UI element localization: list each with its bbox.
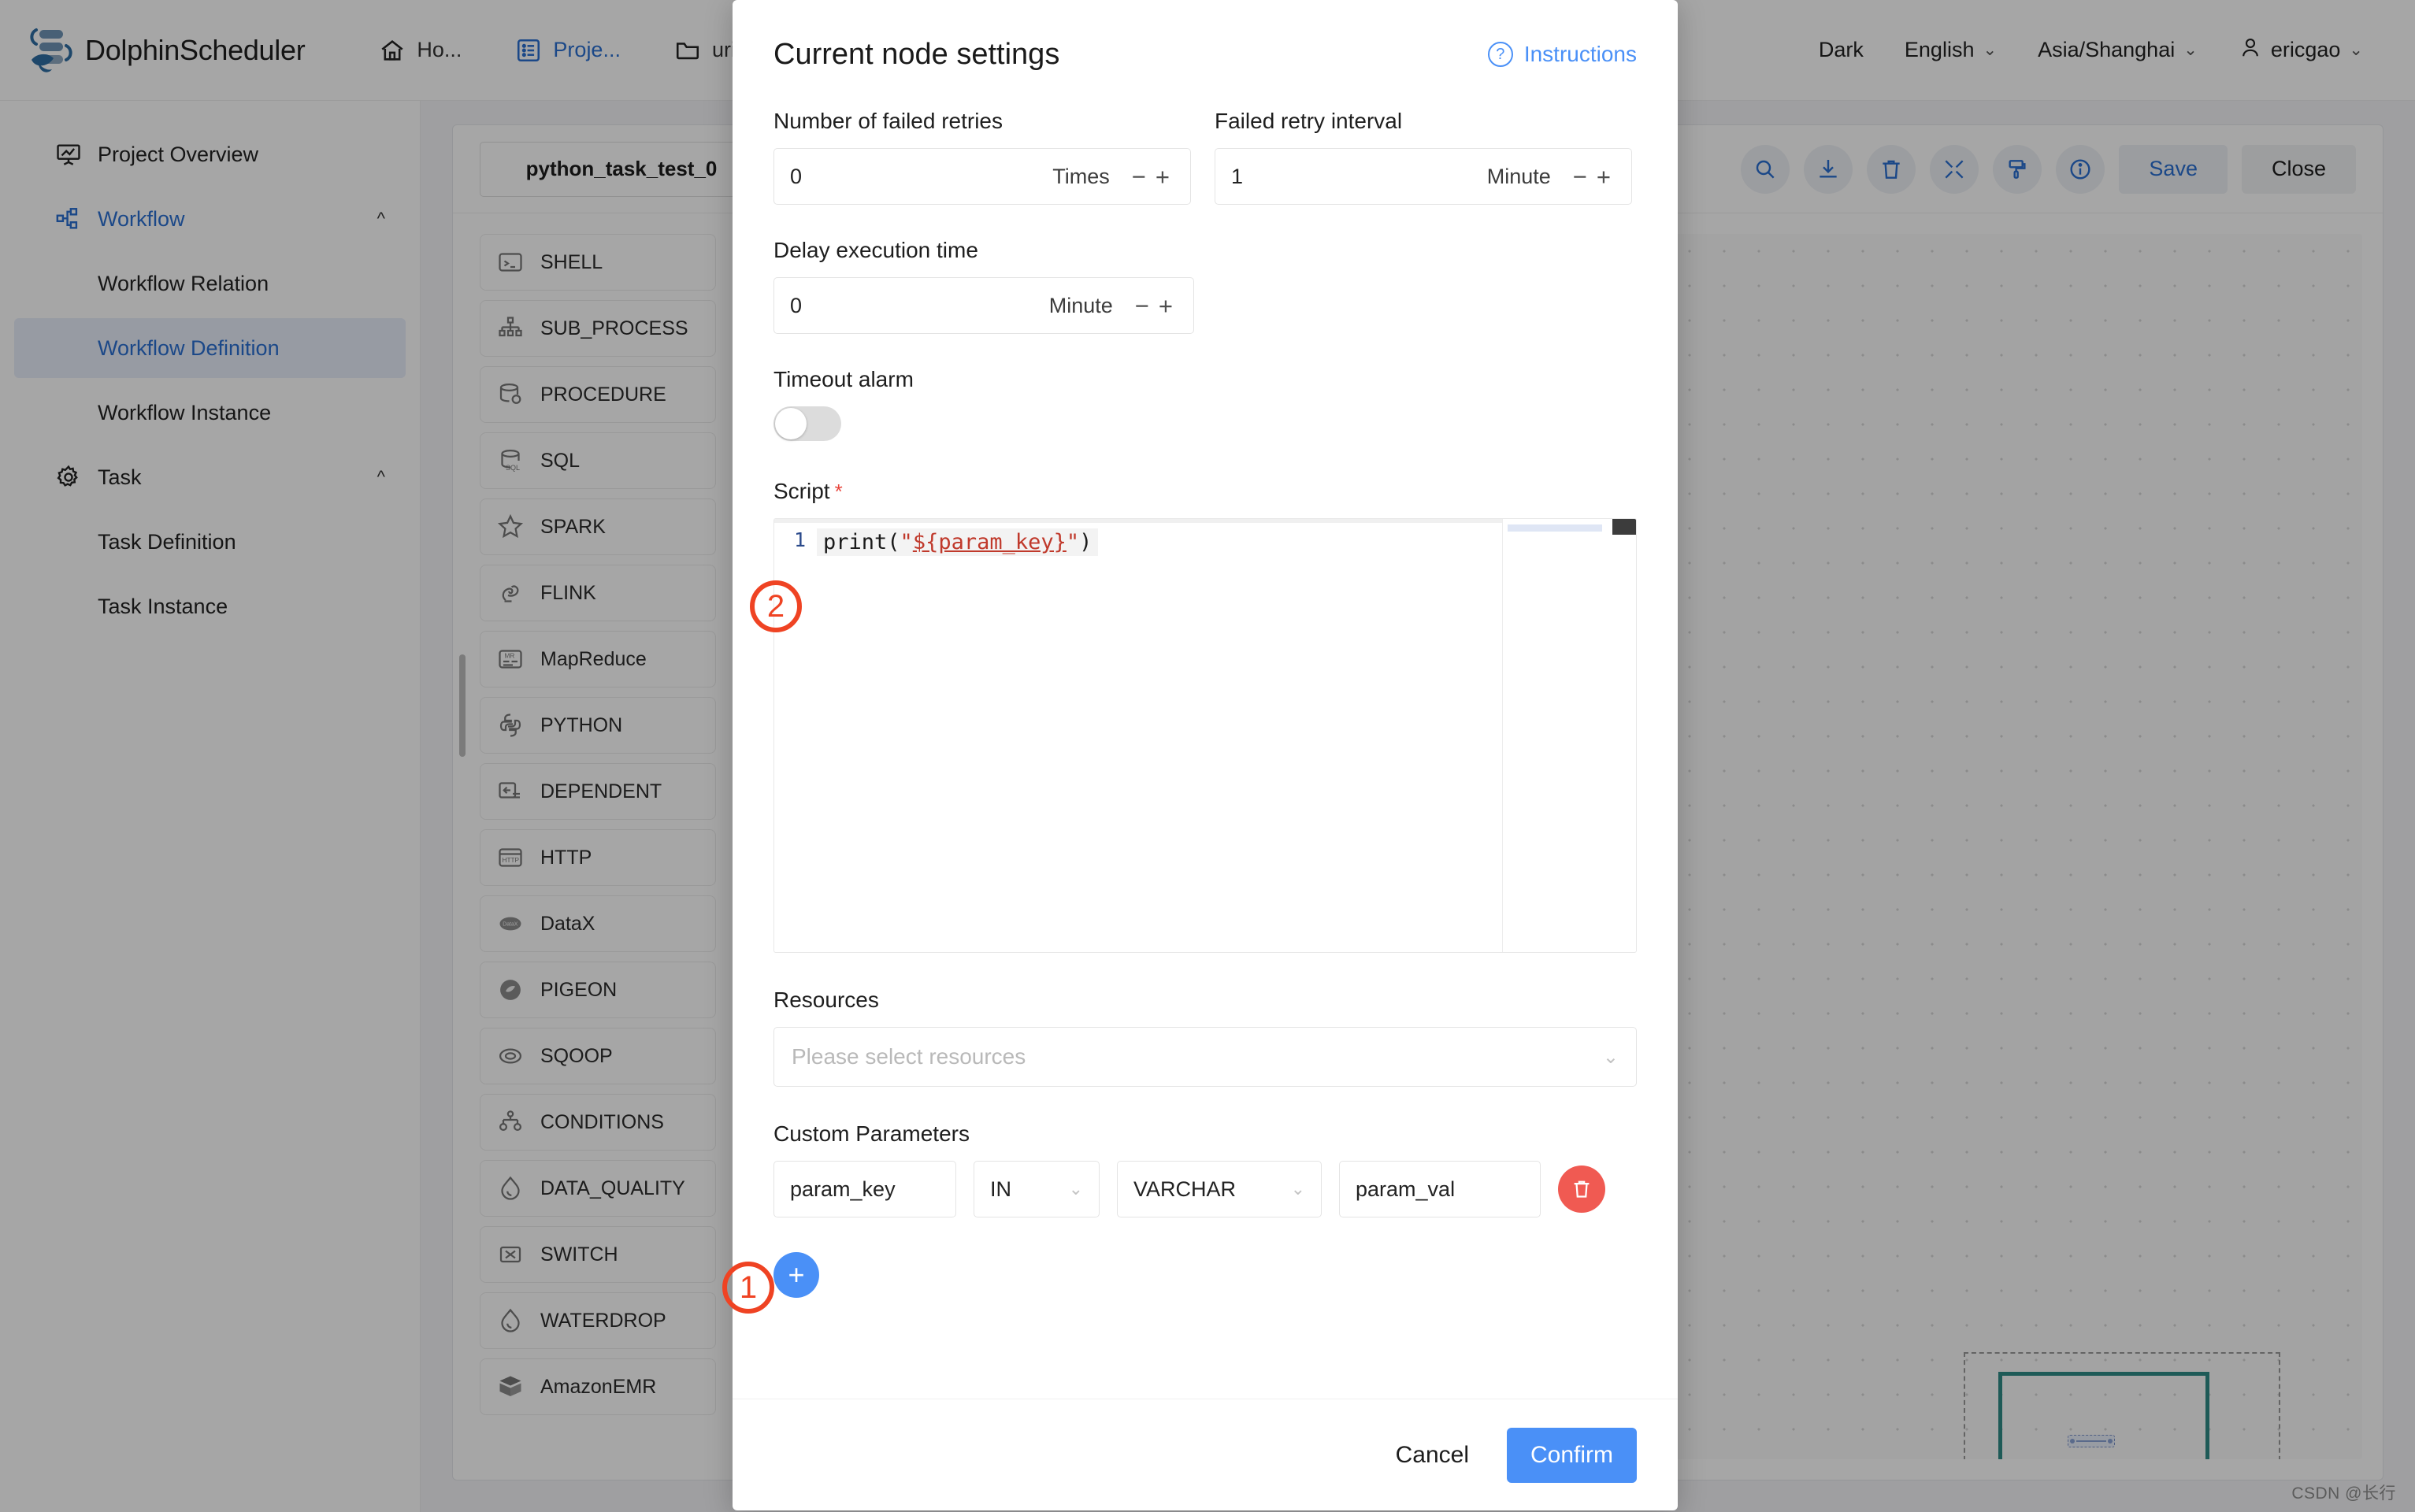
failed-retries-unit: Times bbox=[1052, 164, 1110, 188]
param-key-input[interactable]: param_key bbox=[773, 1161, 956, 1217]
delay-execution-field: Delay execution time 0 Minute − + bbox=[773, 238, 1637, 334]
resources-field: Resources Please select resources ⌄ bbox=[773, 988, 1637, 1087]
dialog-footer: Cancel Confirm bbox=[733, 1399, 1678, 1510]
dialog-header: Current node settings ? Instructions bbox=[733, 0, 1678, 109]
failed-retries-label: Number of failed retries bbox=[773, 109, 1003, 133]
script-label: Script * bbox=[773, 479, 1637, 504]
param-value-input[interactable]: param_val bbox=[1339, 1161, 1541, 1217]
annotation-marker-1: 1 bbox=[722, 1262, 774, 1314]
code-token-quote-close: " bbox=[1066, 530, 1080, 554]
required-marker: * bbox=[834, 480, 843, 503]
editor-scrollbar[interactable] bbox=[1612, 519, 1636, 535]
chevron-down-icon: ⌄ bbox=[1602, 1046, 1619, 1068]
resources-label: Resources bbox=[773, 988, 879, 1012]
retry-interval-increment[interactable]: + bbox=[1592, 165, 1616, 189]
chevron-down-icon: ⌄ bbox=[1068, 1179, 1083, 1199]
failed-retries-stepper[interactable]: 0 Times − + bbox=[773, 148, 1191, 205]
param-type-select[interactable]: VARCHAR ⌄ bbox=[1117, 1161, 1322, 1217]
screen: DolphinScheduler Ho... Proje... Dark Eng… bbox=[0, 0, 2415, 1512]
timeout-alarm-toggle[interactable] bbox=[773, 406, 841, 441]
retry-interval-field: Failed retry interval 1 Minute − + bbox=[1215, 109, 1632, 205]
line-number: 1 bbox=[793, 528, 806, 551]
failed-retries-value[interactable]: 0 bbox=[790, 165, 1052, 189]
script-editor[interactable]: 1 print("${param_key}") bbox=[773, 518, 1637, 953]
retry-interval-unit: Minute bbox=[1486, 164, 1551, 188]
delay-execution-stepper[interactable]: 0 Minute − + bbox=[773, 277, 1194, 334]
delay-execution-unit: Minute bbox=[1048, 293, 1113, 317]
question-mark-icon: ? bbox=[1487, 42, 1513, 67]
failed-retries-field: Number of failed retries 0 Times − + bbox=[773, 109, 1191, 205]
instructions-label: Instructions bbox=[1523, 42, 1637, 66]
annotation-marker-2: 2 bbox=[750, 580, 802, 632]
current-node-settings-dialog: Current node settings ? Instructions Num… bbox=[733, 0, 1678, 1510]
custom-parameters-row: param_key IN ⌄ VARCHAR ⌄ param_val bbox=[773, 1161, 1637, 1217]
retry-interval-label: Failed retry interval bbox=[1215, 109, 1403, 133]
param-type-value: VARCHAR bbox=[1133, 1177, 1237, 1201]
param-direction-value: IN bbox=[990, 1177, 1011, 1201]
param-key-value: param_key bbox=[790, 1177, 896, 1201]
code-line-1: print("${param_key}") bbox=[817, 528, 1099, 556]
cancel-button-label: Cancel bbox=[1395, 1441, 1469, 1468]
retry-interval-value[interactable]: 1 bbox=[1231, 165, 1487, 189]
retry-interval-stepper[interactable]: 1 Minute − + bbox=[1215, 148, 1632, 205]
confirm-button[interactable]: Confirm bbox=[1506, 1427, 1637, 1483]
script-field: Script * 1 print("${param_key}") bbox=[773, 479, 1637, 953]
resources-placeholder: Please select resources bbox=[792, 1044, 1026, 1069]
add-parameter-button[interactable]: + bbox=[773, 1252, 819, 1298]
failed-retries-increment[interactable]: + bbox=[1151, 165, 1174, 189]
delay-execution-label: Delay execution time bbox=[773, 238, 978, 262]
minimap-line bbox=[1508, 524, 1602, 532]
dialog-title: Current node settings bbox=[773, 37, 1060, 71]
timeout-alarm-label: Timeout alarm bbox=[773, 367, 914, 391]
delay-execution-value[interactable]: 0 bbox=[790, 294, 1049, 318]
editor-minimap[interactable] bbox=[1502, 519, 1612, 952]
custom-parameters-label: Custom Parameters bbox=[773, 1121, 970, 1146]
code-token-variable: ${param_key} bbox=[912, 530, 1067, 554]
code-token-paren-close: ) bbox=[1079, 530, 1092, 554]
code-token-print: print( bbox=[823, 530, 900, 554]
confirm-button-label: Confirm bbox=[1530, 1441, 1613, 1468]
delay-execution-decrement[interactable]: − bbox=[1130, 294, 1154, 318]
resources-select[interactable]: Please select resources ⌄ bbox=[773, 1027, 1637, 1087]
add-parameter-label: + bbox=[788, 1258, 805, 1291]
retry-interval-decrement[interactable]: − bbox=[1568, 165, 1592, 189]
param-direction-select[interactable]: IN ⌄ bbox=[974, 1161, 1100, 1217]
param-value-value: param_val bbox=[1356, 1177, 1456, 1201]
script-label-text: Script bbox=[773, 479, 830, 503]
code-token-quote-open: " bbox=[900, 530, 913, 554]
dialog-body: Number of failed retries 0 Times − + Fai… bbox=[733, 109, 1678, 1399]
delay-execution-increment[interactable]: + bbox=[1154, 294, 1178, 318]
retry-settings-row: Number of failed retries 0 Times − + Fai… bbox=[773, 109, 1637, 205]
toggle-knob bbox=[775, 408, 807, 439]
custom-parameters-field: Custom Parameters param_key IN ⌄ VARCHAR… bbox=[773, 1121, 1637, 1298]
cancel-button[interactable]: Cancel bbox=[1378, 1442, 1486, 1469]
chevron-down-icon: ⌄ bbox=[1290, 1179, 1305, 1199]
instructions-link[interactable]: ? Instructions bbox=[1487, 42, 1637, 67]
timeout-alarm-field: Timeout alarm bbox=[773, 367, 1637, 441]
failed-retries-decrement[interactable]: − bbox=[1127, 165, 1151, 189]
delete-parameter-button[interactable] bbox=[1558, 1166, 1605, 1213]
